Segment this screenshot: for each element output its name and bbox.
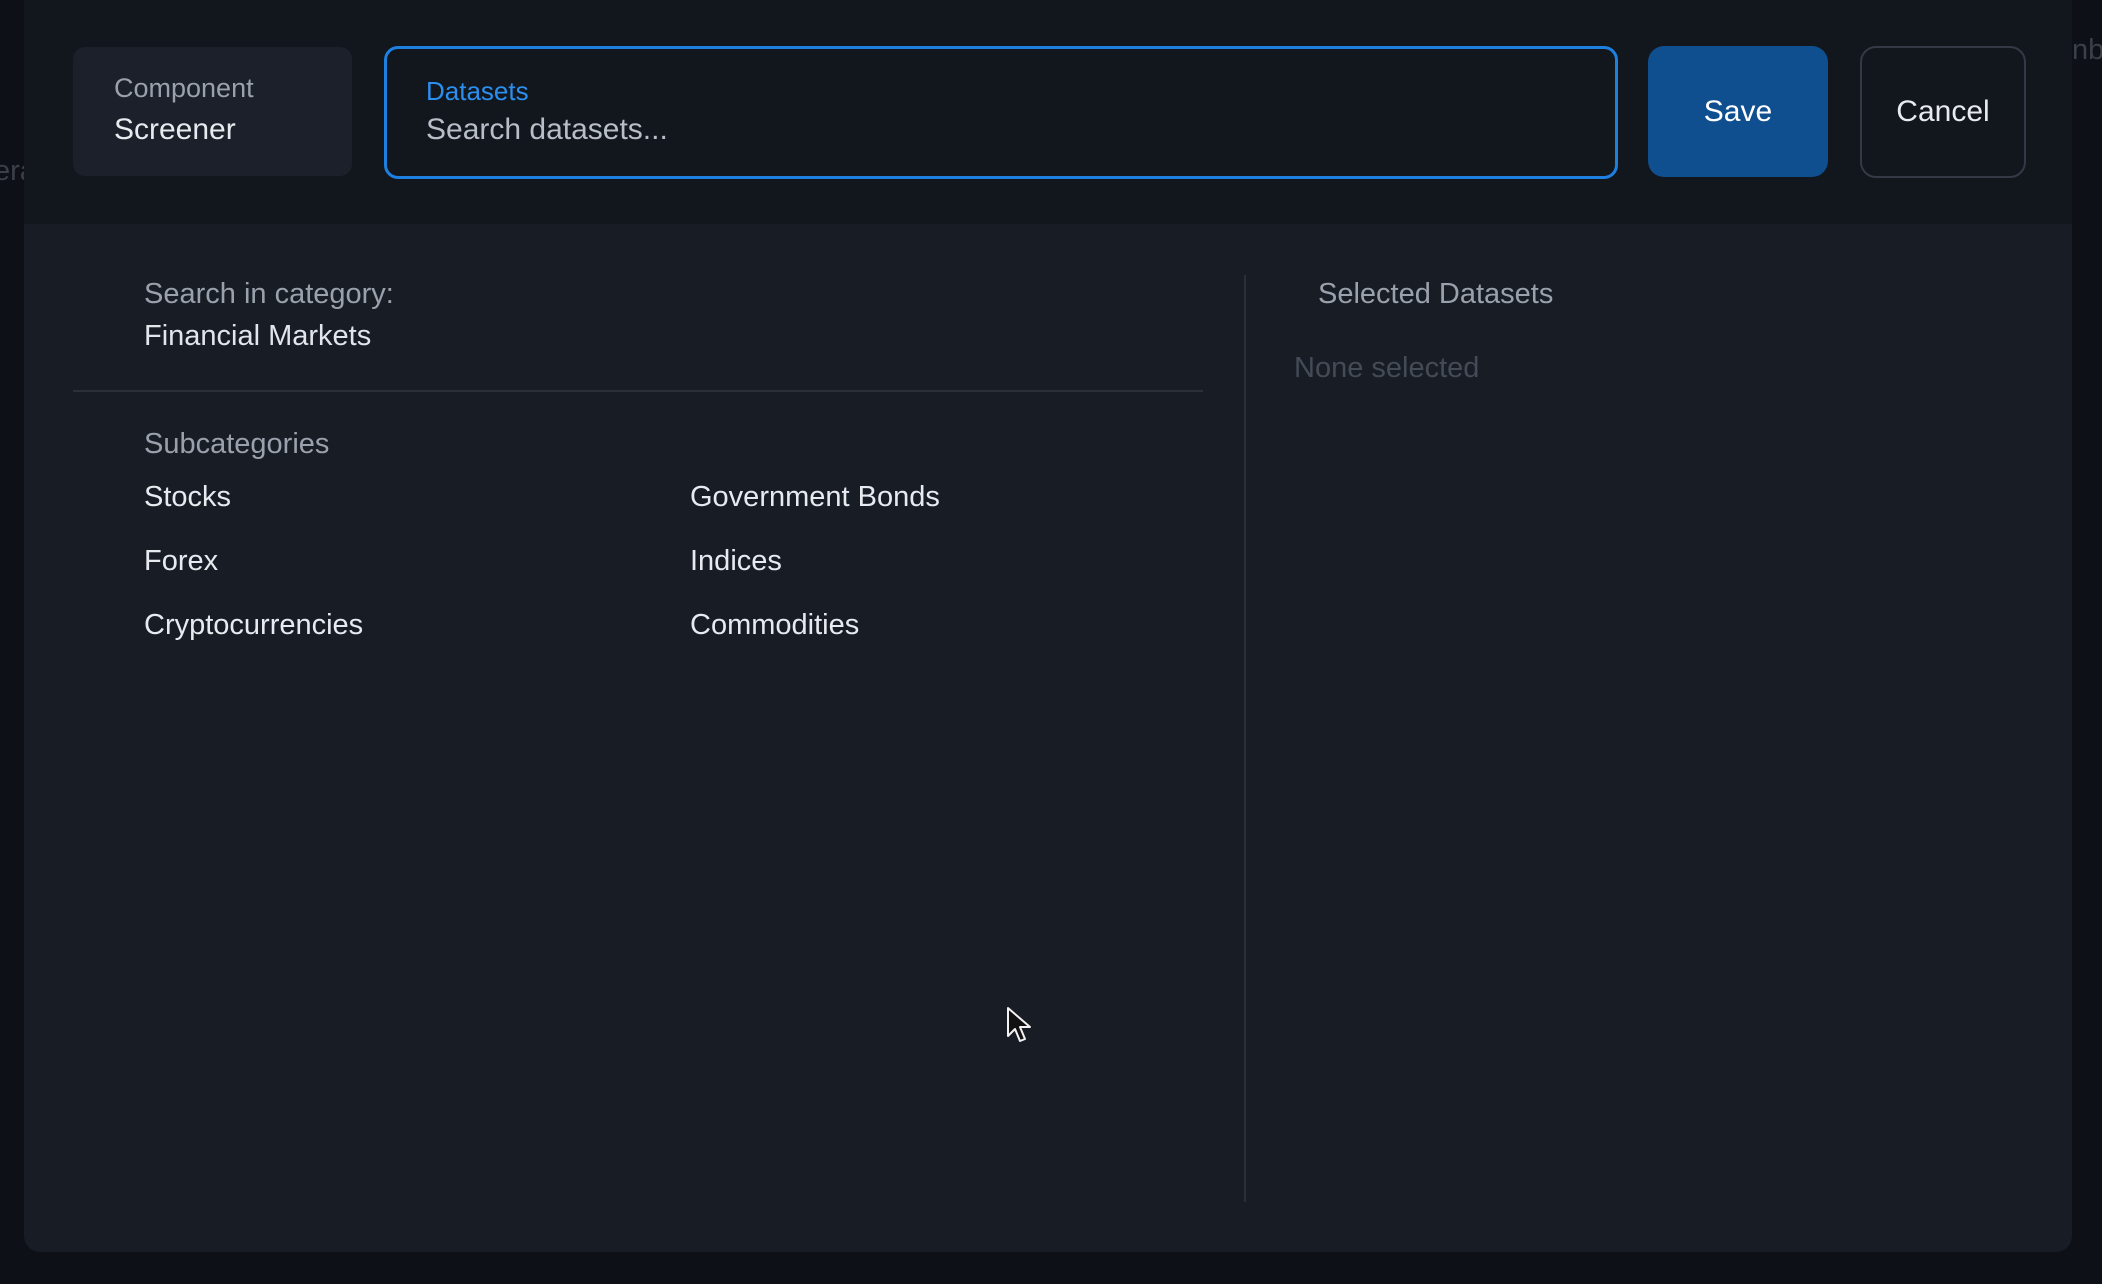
subcategory-commodities[interactable]: Commodities [690, 609, 859, 642]
subcategory-government-bonds[interactable]: Government Bonds [690, 481, 940, 514]
dialog-header: Component Screener Datasets Save Cancel [24, 0, 2072, 224]
section-divider [73, 390, 1203, 392]
background-text-right: nb [2072, 34, 2102, 66]
save-button[interactable]: Save [1648, 46, 1828, 177]
datasets-label: Datasets [426, 76, 529, 106]
category-name[interactable]: Financial Markets [144, 320, 371, 353]
subcategory-indices[interactable]: Indices [690, 545, 782, 578]
subcategory-cryptocurrencies[interactable]: Cryptocurrencies [144, 609, 363, 642]
none-selected-text: None selected [1294, 352, 1480, 384]
panel-divider [1244, 275, 1246, 1202]
component-value: Screener [114, 113, 236, 146]
selected-datasets-heading: Selected Datasets [1318, 278, 1554, 310]
cancel-button[interactable]: Cancel [1860, 46, 2026, 178]
component-field: Component Screener [73, 47, 352, 176]
datasets-search-input[interactable] [426, 113, 1526, 147]
subcategory-stocks[interactable]: Stocks [144, 481, 231, 514]
datasets-search-field[interactable]: Datasets [384, 46, 1618, 179]
component-label: Component [114, 73, 254, 103]
dataset-selector-dialog: Component Screener Datasets Save Cancel … [24, 0, 2072, 1252]
subcategory-forex[interactable]: Forex [144, 545, 218, 578]
mouse-cursor-icon [1007, 1007, 1031, 1042]
search-in-category-label: Search in category: [144, 278, 394, 310]
subcategories-heading: Subcategories [144, 428, 330, 460]
